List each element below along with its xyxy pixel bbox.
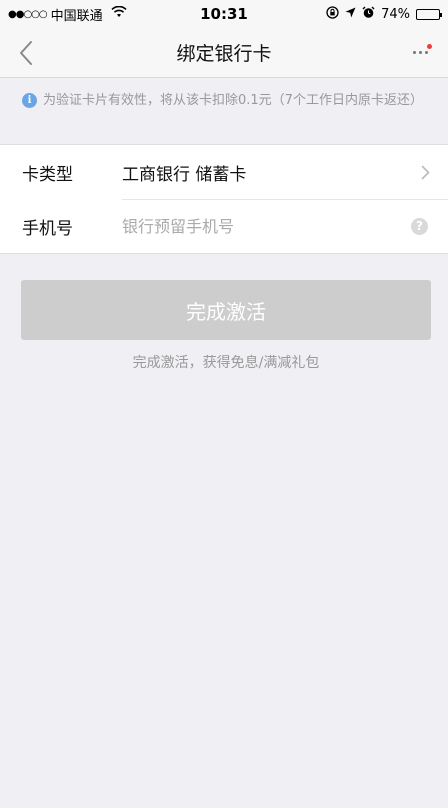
status-time: 10:31 — [200, 5, 248, 23]
verification-notice: i 为验证卡片有效性，将从该卡扣除0.1元（7个工作日内原卡返还） — [0, 78, 448, 144]
back-button[interactable] — [14, 38, 38, 68]
status-bar: ●●○○○ 中国联通 10:31 74% — [0, 0, 448, 28]
status-right: 74% — [280, 5, 442, 23]
complete-activation-button[interactable]: 完成激活 — [21, 280, 431, 340]
chevron-left-icon — [20, 41, 32, 65]
more-options-button[interactable] — [406, 40, 434, 64]
notification-badge — [427, 44, 432, 49]
battery-icon — [416, 8, 442, 20]
help-question-icon[interactable]: ? — [411, 217, 428, 235]
location-arrow-icon — [345, 7, 356, 22]
card-form: 卡类型 工商银行 储蓄卡 手机号 ? — [0, 144, 448, 254]
card-type-value: 工商银行 储蓄卡 — [122, 164, 247, 185]
card-type-label: 卡类型 — [22, 164, 73, 185]
card-type-row[interactable]: 卡类型 工商银行 储蓄卡 — [0, 145, 448, 199]
rotation-lock-icon — [326, 5, 339, 23]
more-dots-icon — [412, 50, 428, 54]
status-left: ●●○○○ 中国联通 — [8, 5, 168, 24]
carrier-name: 中国联通 — [50, 8, 103, 24]
bind-bank-card-screen: ●●○○○ 中国联通 10:31 74% 绑定银行卡 i 为验证卡片有效性，将从… — [0, 0, 448, 808]
phone-label: 手机号 — [22, 218, 73, 239]
phone-input[interactable] — [122, 216, 411, 236]
alarm-clock-icon — [362, 6, 375, 23]
page-title: 绑定银行卡 — [176, 43, 272, 65]
battery-percent: 74% — [381, 6, 410, 22]
phone-row: 手机号 ? — [0, 199, 448, 253]
promo-text: 完成激活，获得免息/满减礼包 — [132, 355, 320, 371]
wifi-icon — [111, 5, 127, 22]
action-area: 完成激活 完成激活，获得免息/满减礼包 — [0, 254, 448, 372]
chevron-right-icon — [410, 165, 440, 180]
info-icon: i — [22, 93, 37, 108]
signal-strength-icon: ●●○○○ — [8, 8, 48, 20]
notice-text: 为验证卡片有效性，将从该卡扣除0.1元（7个工作日内原卡返还） — [43, 93, 423, 108]
navigation-bar: 绑定银行卡 — [0, 28, 448, 78]
